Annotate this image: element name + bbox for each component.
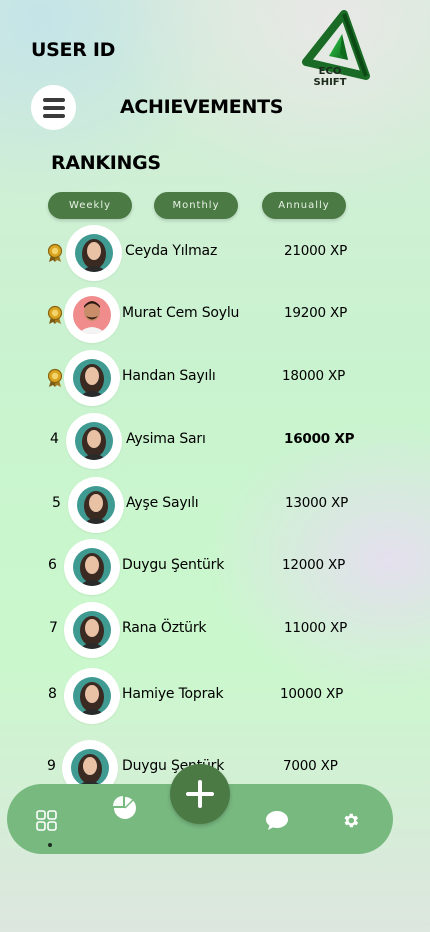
logo-text-eco: ECO — [318, 66, 342, 77]
avatar-image — [73, 677, 111, 715]
add-button[interactable] — [170, 764, 230, 824]
ranking-xp: 16000 XP — [284, 431, 355, 447]
menu-button[interactable] — [31, 85, 76, 130]
section-title: RANKINGS — [51, 152, 161, 174]
avatar-image — [73, 359, 111, 397]
avatar — [66, 225, 122, 281]
ranking-xp: 18000 XP — [282, 368, 346, 384]
pie-chart-icon[interactable] — [111, 794, 139, 822]
ranking-position: 5 — [52, 495, 61, 511]
ranking-name: Rana Öztürk — [122, 620, 207, 636]
ranking-name: Ayşe Sayılı — [126, 495, 199, 511]
ranking-position: 8 — [48, 686, 57, 702]
ranking-xp: 19200 XP — [284, 305, 348, 321]
avatar-image — [73, 296, 111, 334]
medal-icon — [47, 368, 63, 387]
ranking-position: 4 — [50, 431, 59, 447]
ranking-xp: 10000 XP — [280, 686, 344, 702]
tab-annually[interactable]: Annually — [262, 192, 346, 219]
ranking-row[interactable]: Murat Cem Soylu 19200 XP — [0, 285, 430, 345]
active-indicator-dot — [48, 843, 52, 847]
medal-icon — [47, 243, 63, 262]
ranking-xp: 7000 XP — [283, 758, 338, 774]
ranking-row[interactable]: 7 Rana Öztürk 11000 XP — [0, 600, 430, 660]
avatar-image — [73, 548, 111, 586]
avatar-image — [71, 749, 109, 787]
ranking-row[interactable]: Ceyda Yılmaz 21000 XP — [0, 223, 430, 283]
avatar-image — [73, 611, 111, 649]
ranking-name: Duygu Şentürk — [122, 557, 225, 573]
ranking-row[interactable]: 4 Aysima Sarı 16000 XP — [0, 411, 430, 471]
avatar — [66, 413, 122, 469]
ranking-row[interactable]: 8 Hamiye Toprak 10000 XP — [0, 666, 430, 726]
plus-icon — [186, 780, 214, 808]
chat-icon[interactable] — [265, 810, 289, 831]
ranking-row[interactable]: Handan Sayılı 18000 XP — [0, 348, 430, 408]
user-id-label: USER ID — [31, 39, 116, 61]
eco-shift-logo: ECO SHIFT — [296, 10, 374, 92]
tab-weekly[interactable]: Weekly — [48, 192, 132, 219]
ranking-position: 7 — [49, 620, 58, 636]
ranking-name: Ceyda Yılmaz — [125, 243, 218, 259]
ranking-name: Handan Sayılı — [122, 368, 216, 384]
avatar — [64, 287, 120, 343]
avatar — [68, 477, 124, 533]
grid-icon[interactable] — [36, 810, 57, 831]
avatar — [64, 350, 120, 406]
ranking-row[interactable]: 6 Duygu Şentürk 12000 XP — [0, 537, 430, 597]
tab-monthly[interactable]: Monthly — [154, 192, 238, 219]
logo-text-shift: SHIFT — [313, 77, 347, 88]
ranking-xp: 12000 XP — [282, 557, 346, 573]
ranking-xp: 21000 XP — [284, 243, 348, 259]
hamburger-icon-bar — [42, 97, 65, 102]
page-title: ACHIEVEMENTS — [120, 96, 284, 118]
avatar — [64, 539, 120, 595]
ranking-position: 9 — [47, 758, 56, 774]
ranking-xp: 13000 XP — [285, 495, 349, 511]
avatar — [64, 668, 120, 724]
hamburger-icon-bar — [42, 105, 65, 110]
ranking-name: Aysima Sarı — [126, 431, 206, 447]
gear-icon[interactable] — [341, 811, 360, 830]
ranking-row[interactable]: 5 Ayşe Sayılı 13000 XP — [0, 475, 430, 535]
ranking-position: 6 — [48, 557, 57, 573]
avatar — [64, 602, 120, 658]
ranking-name: Hamiye Toprak — [122, 686, 224, 702]
avatar-image — [75, 234, 113, 272]
ranking-name: Murat Cem Soylu — [122, 305, 240, 321]
avatar-image — [77, 486, 115, 524]
hamburger-icon-bar — [42, 113, 65, 118]
avatar-image — [75, 422, 113, 460]
medal-icon — [47, 305, 63, 324]
ranking-xp: 11000 XP — [284, 620, 348, 636]
